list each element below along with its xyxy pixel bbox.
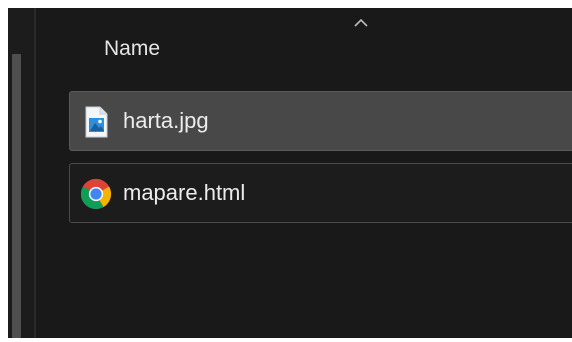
- image-file-icon: [85, 106, 108, 138]
- file-row-harta-jpg[interactable]: harta.jpg: [69, 91, 572, 151]
- navigation-scrollbar[interactable]: [12, 54, 21, 338]
- chrome-icon: [80, 178, 112, 210]
- file-row-mapare-html[interactable]: mapare.html: [69, 163, 572, 223]
- chevron-up-icon: [354, 18, 368, 27]
- name-column-header[interactable]: Name: [104, 34, 160, 64]
- scrollbar-thumb[interactable]: [12, 54, 21, 338]
- file-explorer-window: Name harta.jpg mapare.html: [8, 8, 572, 338]
- file-name: harta.jpg: [123, 108, 209, 133]
- file-name: mapare.html: [123, 180, 246, 205]
- pane-divider[interactable]: [34, 8, 36, 338]
- navigation-pane-edge: [8, 8, 36, 338]
